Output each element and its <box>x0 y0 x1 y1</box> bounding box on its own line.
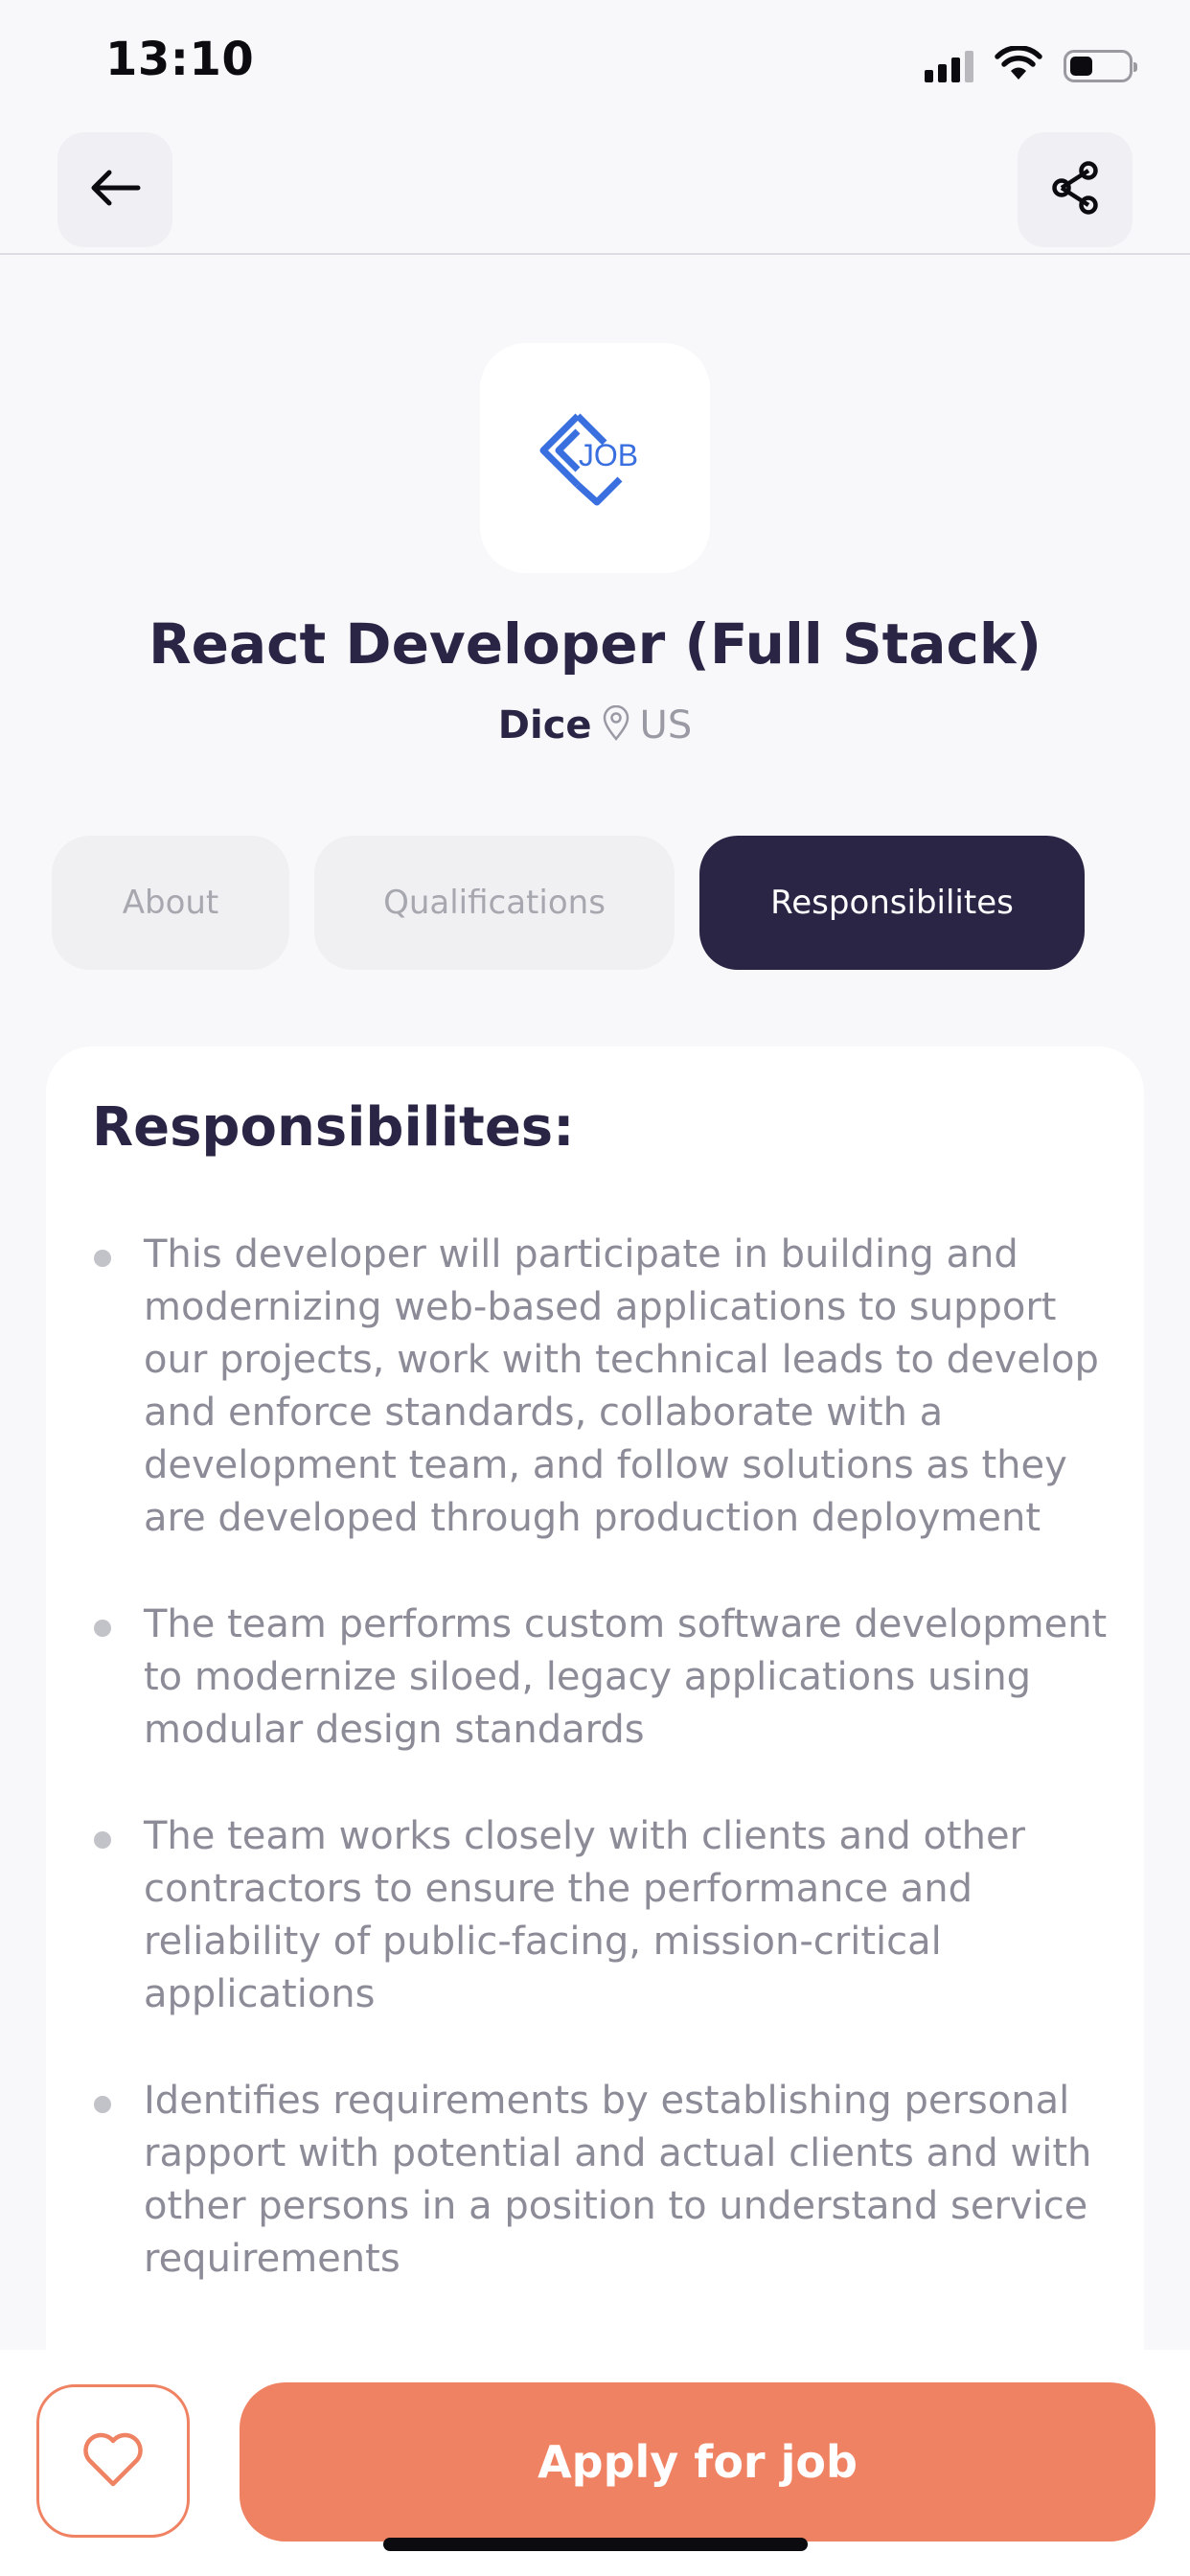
signal-icon <box>925 50 973 82</box>
responsibilities-list: This developer will participate in build… <box>92 1229 1119 2339</box>
list-item: The team performs custom software develo… <box>92 1598 1119 1757</box>
company-name: Dice <box>497 703 592 748</box>
job-logo-icon: JOB <box>539 413 638 506</box>
tab-qualifications[interactable]: Qualifications <box>314 836 675 970</box>
section-heading: Responsibilites: <box>92 1096 575 1159</box>
map-pin-icon <box>602 704 630 746</box>
wifi-icon <box>995 45 1042 86</box>
arrow-left-icon <box>88 169 142 211</box>
favorite-button[interactable] <box>36 2384 190 2538</box>
home-indicator <box>383 2538 808 2551</box>
share-button[interactable] <box>1018 132 1133 247</box>
back-button[interactable] <box>57 132 172 247</box>
responsibilities-card: Responsibilites: This developer will par… <box>46 1046 1144 2576</box>
job-details-screen: 13:10 JOB React Developer (Full Stack) D… <box>0 0 1190 2576</box>
job-meta: Dice US <box>0 703 1190 748</box>
status-bar: 13:10 <box>0 0 1190 125</box>
heart-icon <box>81 2430 145 2492</box>
apply-button[interactable]: Apply for job <box>240 2382 1156 2542</box>
list-item: The team works closely with clients and … <box>92 1810 1119 2021</box>
svg-text:JOB: JOB <box>579 438 638 472</box>
job-location: US <box>639 703 693 748</box>
status-time: 13:10 <box>105 33 255 86</box>
tab-responsibilities[interactable]: Responsibilites <box>699 836 1085 970</box>
status-icons <box>925 45 1137 86</box>
top-navigation-bar <box>0 125 1190 255</box>
tab-about[interactable]: About <box>52 836 289 970</box>
job-title: React Developer (Full Stack) <box>148 611 1042 677</box>
list-item: This developer will participate in build… <box>92 1229 1119 1545</box>
battery-icon <box>1064 50 1137 82</box>
share-icon <box>1046 159 1104 220</box>
list-item: Identifies requirements by establishing … <box>92 2075 1119 2286</box>
company-logo: JOB <box>480 343 710 573</box>
